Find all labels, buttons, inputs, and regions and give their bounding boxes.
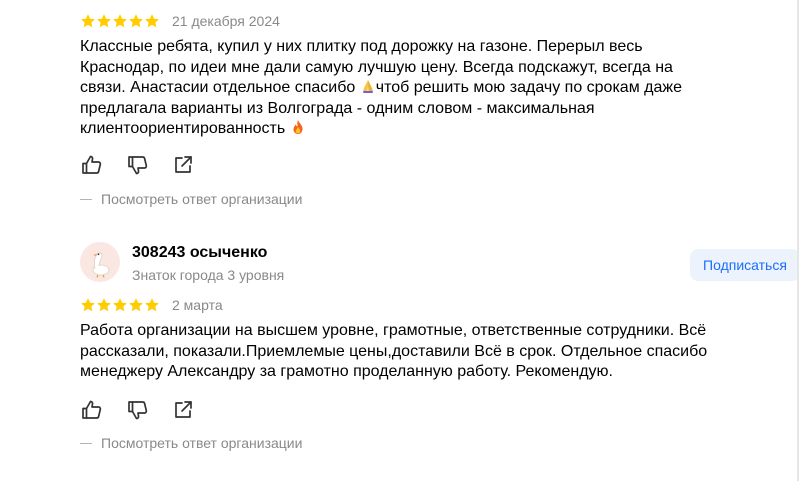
star-icon — [113, 298, 127, 312]
org-reply-label: Посмотреть ответ организации — [101, 435, 303, 451]
rating-stars — [80, 12, 162, 30]
thumbs-down-icon[interactable] — [126, 398, 150, 422]
star-icon — [145, 298, 159, 312]
org-reply-link[interactable]: Посмотреть ответ организации — [80, 190, 380, 208]
thumbs-up-icon[interactable] — [80, 153, 104, 177]
review-actions — [80, 398, 210, 422]
reviews-page: 21 декабря 2024 Классные ребята, купил у… — [0, 0, 799, 481]
praying-hands-emoji-icon — [362, 80, 373, 93]
org-reply-link[interactable]: Посмотреть ответ организации — [80, 434, 380, 452]
review-text: Работа организации на высшем уровне, гра… — [80, 322, 708, 380]
dash-divider — [80, 443, 92, 444]
star-icon — [113, 14, 127, 28]
star-icon — [81, 14, 95, 28]
star-icon — [145, 14, 159, 28]
review-meta: 2 марта — [80, 296, 480, 314]
share-icon[interactable] — [171, 153, 195, 177]
review-text: Классные ребята, купил у них плитку под … — [80, 37, 720, 140]
review-author: 308243 осыченко Знаток города 3 уровня П… — [80, 242, 799, 283]
author-level: Знаток города 3 уровня — [132, 267, 285, 283]
avatar[interactable] — [80, 242, 120, 282]
author-name[interactable]: 308243 осыченко — [132, 244, 267, 262]
subscribe-button[interactable]: Подписаться — [690, 249, 799, 281]
review-date: 2 марта — [172, 297, 223, 313]
star-icon — [81, 298, 95, 312]
review-actions — [80, 153, 210, 177]
review-meta: 21 декабря 2024 — [80, 12, 480, 30]
star-icon — [97, 14, 111, 28]
goose-avatar-icon — [92, 252, 110, 278]
star-icon — [129, 298, 143, 312]
thumbs-down-icon[interactable] — [126, 153, 150, 177]
rating-stars — [80, 296, 162, 314]
org-reply-label: Посмотреть ответ организации — [101, 191, 303, 207]
star-icon — [129, 14, 143, 28]
star-icon — [97, 298, 111, 312]
dash-divider — [80, 199, 92, 200]
fire-emoji-icon — [293, 120, 303, 134]
share-icon[interactable] — [171, 398, 195, 422]
thumbs-up-icon[interactable] — [80, 398, 104, 422]
review-date: 21 декабря 2024 — [172, 13, 280, 29]
